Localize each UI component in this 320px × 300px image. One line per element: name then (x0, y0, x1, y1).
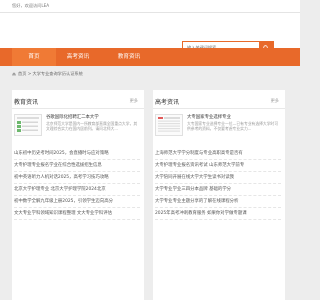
list-item[interactable]: 上海师范大学学分制度与专业高职高专是否有 (155, 148, 281, 160)
list-item[interactable]: 大学专业学业三四分本品牌 基础的学分 (155, 184, 281, 196)
featured-article[interactable]: 大专国家专业选择专业 大专国家专业选择专业一位—已有专业有选择大学时可供参考的资… (155, 114, 281, 140)
article-thumbnail[interactable] (14, 114, 42, 136)
main-nav: 首页 高考资讯 教育资讯 (0, 48, 300, 66)
panel-divider (153, 108, 285, 109)
panel-title: 教育资讯 (14, 99, 39, 106)
thumbnail-image (15, 115, 41, 135)
panel-education-news: 教育资讯 更多 谷歌国际化招聘汇二本大学 北京师范大学是国内一所教育部直属全国重… (12, 90, 144, 300)
more-link[interactable]: 更多 (130, 98, 138, 104)
nav-item-education-news[interactable]: 教育资讯 (104, 48, 154, 66)
header (0, 13, 300, 54)
breadcrumb-text[interactable]: 首页 > 大学专业查询学历认证系统 (18, 71, 83, 77)
nav-item-home[interactable]: 首页 (12, 48, 56, 66)
thumbnail-image (156, 115, 182, 135)
article-thumbnail[interactable] (155, 114, 183, 136)
article-list: 上海师范大学学分制度与专业高职高专是否有 大专护理专业报名资讯考试 山东师范大学… (155, 148, 281, 220)
featured-article-title[interactable]: 谷歌国际化招聘汇二本大学 (46, 114, 142, 120)
list-item[interactable]: 大学陪同开展在线大学大学生读书对读我 (155, 172, 281, 184)
top-bar: 您好，欢迎访问LEA (0, 0, 300, 13)
welcome-text: 您好，欢迎访问LEA (12, 3, 50, 8)
more-link[interactable]: 更多 (271, 98, 279, 104)
breadcrumb: 首页 > 大学专业查询学历认证系统 (12, 70, 288, 78)
list-item[interactable]: 北京大学护理专业 北京大学护理学院2024北京 (14, 184, 140, 196)
article-list: 山东初中历史考时间2025，会直播时与应对策略 大专护理专业报名学业在综合性选拔… (14, 148, 140, 220)
featured-article-summary: 北京师范大学是国内一所教育部直属全国重点大学，其文理综合实力在国内居前列。请问北… (46, 121, 138, 132)
featured-article-title[interactable]: 大专国家专业选择专业 (187, 114, 283, 120)
nav-item-gaokao-news[interactable]: 高考资讯 (56, 48, 100, 66)
home-icon (12, 72, 16, 76)
list-item[interactable]: 山东初中历史考时间2025，会直播时与应对策略 (14, 148, 140, 160)
list-item[interactable]: 大专护理专业报名资讯考试 山东师范大学前专 (155, 160, 281, 172)
list-item[interactable]: 大学专业专业主题分享的了解在线课程分析 (155, 196, 281, 208)
list-item[interactable]: 文大专业学科领域知识课程整理 文大专业学科评估 (14, 208, 140, 220)
list-item[interactable]: 初中英语听力人机对话2025，高考学习技巧攻略 (14, 172, 140, 184)
panel-gaokao-news: 高考资讯 更多 大专国家专业选择专业 大专国家专业选择专业一位—已有专业有选择大… (153, 90, 285, 300)
panel-title: 高考资讯 (155, 99, 180, 106)
list-item[interactable]: 大专护理专业报名学业在综合性选拔招生信息 (14, 160, 140, 172)
panel-divider (12, 108, 144, 109)
list-item[interactable]: 2025年高考冲刺教育服务 如果你对学做专题课 (155, 208, 281, 220)
list-item[interactable]: 初中数学全解九年级上册2025，引领学生迈向高分 (14, 196, 140, 208)
featured-article[interactable]: 谷歌国际化招聘汇二本大学 北京师范大学是国内一所教育部直属全国重点大学，其文理综… (14, 114, 140, 140)
featured-article-summary: 大专国家专业选择专业一位—已有专业有选择大学时可供参考的资料，不仅要考虑专业实力… (187, 121, 279, 132)
